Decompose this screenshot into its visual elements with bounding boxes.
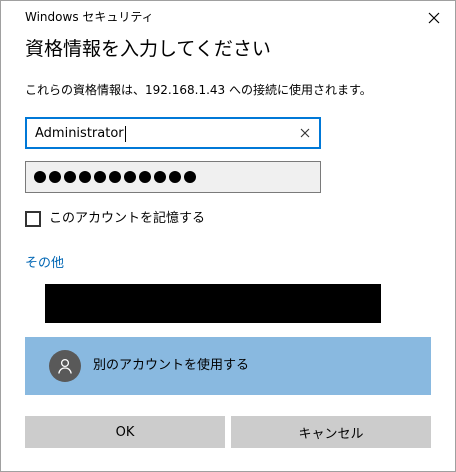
redacted-region [45, 284, 381, 323]
close-button[interactable] [423, 7, 445, 29]
password-dot [64, 171, 76, 183]
password-dot [34, 171, 46, 183]
password-dot [94, 171, 106, 183]
window-title: Windows セキュリティ [25, 10, 154, 24]
password-dot [169, 171, 181, 183]
title-bar: Windows セキュリティ [1, 1, 455, 33]
dialog-heading: 資格情報を入力してください [25, 38, 271, 60]
username-field[interactable]: Administrator [25, 117, 321, 149]
ok-button[interactable]: OK [25, 416, 225, 448]
password-mask [34, 171, 196, 183]
remember-label: このアカウントを記憶する [49, 211, 206, 226]
password-dot [184, 171, 196, 183]
password-dot [79, 171, 91, 183]
dialog-description: これらの資格情報は、192.168.1.43 への接続に使用されます。 [25, 83, 372, 97]
text-caret [124, 125, 126, 142]
clear-icon[interactable] [297, 125, 313, 141]
close-icon [428, 9, 440, 28]
password-dot [49, 171, 61, 183]
credential-dialog: Windows セキュリティ 資格情報を入力してください これらの資格情報は、1… [0, 0, 456, 472]
username-value: Administrator [35, 126, 124, 141]
password-field[interactable] [25, 161, 321, 193]
more-choices-link[interactable]: その他 [25, 255, 64, 273]
use-another-account-option[interactable]: 別のアカウントを使用する [25, 337, 431, 395]
remember-checkbox[interactable] [25, 211, 41, 227]
password-dot [109, 171, 121, 183]
password-dot [154, 171, 166, 183]
cancel-button[interactable]: キャンセル [231, 416, 431, 448]
use-another-account-label: 別のアカウントを使用する [93, 358, 250, 373]
remember-option[interactable]: このアカウントを記憶する [25, 209, 205, 229]
password-dot [139, 171, 151, 183]
user-avatar-icon [49, 350, 81, 382]
password-dot [124, 171, 136, 183]
